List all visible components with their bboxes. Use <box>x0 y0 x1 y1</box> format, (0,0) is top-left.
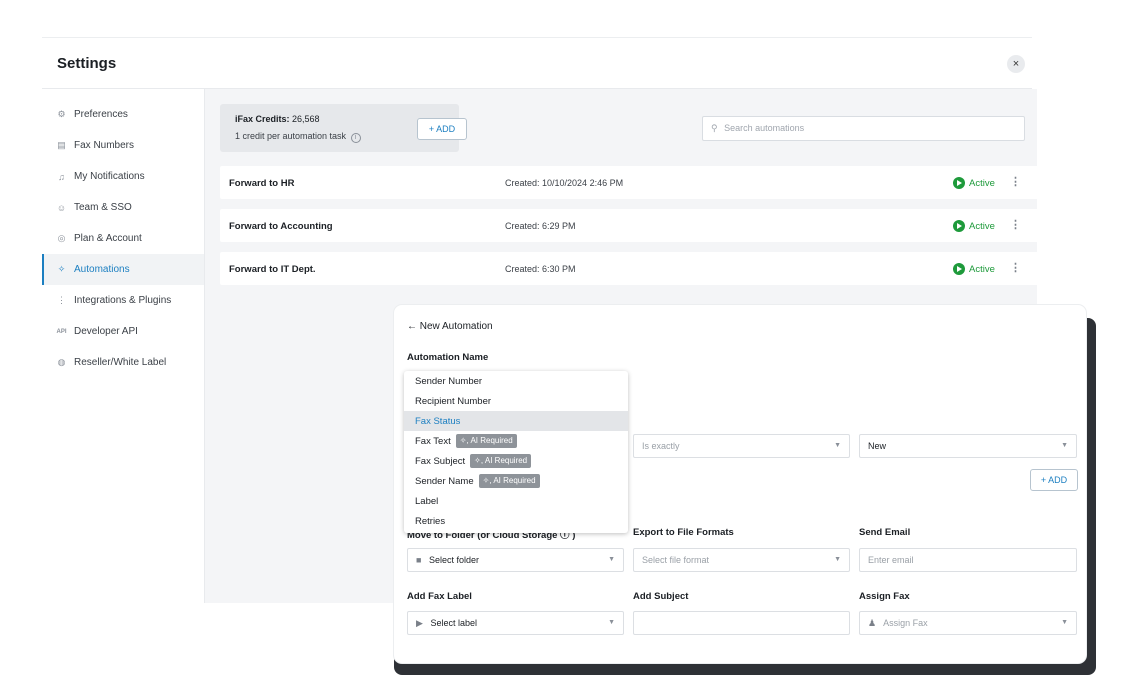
user-icon: ♟ <box>868 618 877 628</box>
search-placeholder: Search automations <box>724 123 805 133</box>
ai-required-badge: ✧, AI Required <box>470 454 532 468</box>
label-select[interactable]: ▶ Select label ▼ <box>407 611 624 635</box>
gear-icon: ⚙ <box>57 109 66 119</box>
dropdown-item-recipient-number[interactable]: Recipient Number <box>404 391 628 411</box>
credits-card: iFax Credits: 26,568 1 credit per automa… <box>220 104 467 152</box>
automation-name: Forward to HR <box>229 178 295 189</box>
caret-down-icon: ▼ <box>834 442 841 449</box>
status-badge[interactable]: Active <box>953 220 995 232</box>
sidebar-item-plan-account[interactable]: ◎ Plan & Account <box>42 223 204 254</box>
condition-value-select[interactable]: New ▼ <box>859 434 1077 458</box>
dropdown-item-sender-number[interactable]: Sender Number <box>404 371 628 391</box>
settings-title: Settings <box>57 55 117 72</box>
close-button[interactable]: × <box>1007 55 1025 73</box>
play-icon <box>953 177 965 189</box>
status-badge[interactable]: Active <box>953 263 995 275</box>
sidebar-item-automations[interactable]: ✧ Automations <box>42 254 204 285</box>
grid-icon: ⋮ <box>57 295 66 305</box>
dropdown-item-label[interactable]: Label <box>404 491 628 511</box>
dropdown-item-fax-text[interactable]: Fax Text ✧, AI Required <box>404 431 628 451</box>
automation-created: Created: 6:29 PM <box>505 221 576 231</box>
sidebar-item-preferences[interactable]: ⚙ Preferences <box>42 99 204 130</box>
condition-field-dropdown: Sender Number Recipient Number Fax Statu… <box>404 371 628 533</box>
file-format-select[interactable]: Select file format ▼ <box>633 548 850 572</box>
dropdown-item-fax-status[interactable]: Fax Status <box>404 411 628 431</box>
automation-name: Forward to IT Dept. <box>229 264 316 275</box>
email-field[interactable]: Enter email <box>859 548 1077 572</box>
sidebar: ⚙ Preferences ▤ Fax Numbers ♫ My Notific… <box>42 89 205 603</box>
credits-note: 1 credit per automation task <box>235 131 347 141</box>
sidebar-item-label: Fax Numbers <box>74 140 135 151</box>
caret-down-icon: ▼ <box>608 619 615 626</box>
send-email-label: Send Email <box>859 527 911 538</box>
subject-field[interactable] <box>633 611 850 635</box>
sidebar-item-label: Team & SSO <box>74 202 132 213</box>
bell-icon: ♫ <box>58 171 65 182</box>
credits-label: iFax Credits: <box>235 114 290 124</box>
sidebar-item-reseller[interactable]: ◍ Reseller/White Label <box>42 347 204 378</box>
sidebar-item-label: Preferences <box>74 109 128 120</box>
ai-required-badge: ✧, AI Required <box>455 434 517 448</box>
globe-icon: ◍ <box>57 357 66 367</box>
assign-fax-label: Assign Fax <box>859 591 910 602</box>
more-options-icon[interactable]: ⋮ <box>1010 262 1021 274</box>
search-icon: ⚲ <box>711 123 718 133</box>
sidebar-item-notifications[interactable]: ♫ My Notifications <box>42 161 204 192</box>
add-subject-label: Add Subject <box>633 591 689 602</box>
automation-row[interactable]: Forward to IT Dept. Created: 6:30 PM Act… <box>220 252 1040 285</box>
more-options-icon[interactable]: ⋮ <box>1010 176 1021 188</box>
automation-created: Created: 6:30 PM <box>505 264 576 274</box>
add-credits-button[interactable]: + ADD <box>417 118 467 140</box>
sidebar-item-team-sso[interactable]: ☺ Team & SSO <box>42 192 204 223</box>
folder-icon: ■ <box>416 555 422 565</box>
condition-operator-select[interactable]: Is exactly ▼ <box>633 434 850 458</box>
caret-down-icon: ▼ <box>1061 442 1068 449</box>
sidebar-item-developer-api[interactable]: API Developer API <box>42 316 204 347</box>
sidebar-item-label: My Notifications <box>74 171 145 182</box>
fax-icon: ▤ <box>57 140 66 150</box>
sidebar-item-label: Plan & Account <box>74 233 142 244</box>
add-condition-button[interactable]: + ADD <box>1030 469 1078 491</box>
api-icon: API <box>56 328 67 335</box>
sidebar-item-integrations[interactable]: ⋮ Integrations & Plugins <box>42 285 204 316</box>
dropdown-item-retries[interactable]: Retries <box>404 511 628 531</box>
sidebar-item-label: Automations <box>74 264 130 275</box>
search-input[interactable]: ⚲ Search automations <box>702 116 1025 141</box>
tag-icon: ▶ <box>416 618 423 628</box>
fax-label-label: Add Fax Label <box>407 591 472 602</box>
sparkle-icon: ✧ <box>57 264 66 274</box>
ai-required-badge: ✧, AI Required <box>478 474 540 488</box>
team-icon: ☺ <box>56 202 67 213</box>
more-options-icon[interactable]: ⋮ <box>1010 219 1021 231</box>
assign-fax-select[interactable]: ♟ Assign Fax ▼ <box>859 611 1077 635</box>
automation-created: Created: 10/10/2024 2:46 PM <box>505 178 624 188</box>
play-icon <box>953 220 965 232</box>
sidebar-item-fax-numbers[interactable]: ▤ Fax Numbers <box>42 130 204 161</box>
sidebar-item-label: Integrations & Plugins <box>74 295 172 306</box>
sidebar-item-label: Reseller/White Label <box>74 357 167 368</box>
status-badge[interactable]: Active <box>953 177 995 189</box>
caret-down-icon: ▼ <box>1061 619 1068 626</box>
dropdown-item-sender-name[interactable]: Sender Name ✧, AI Required <box>404 471 628 491</box>
caret-down-icon: ▼ <box>834 556 841 563</box>
automation-row[interactable]: Forward to Accounting Created: 6:29 PM A… <box>220 209 1040 242</box>
dropdown-item-fax-subject[interactable]: Fax Subject ✧, AI Required <box>404 451 628 471</box>
automation-name: Forward to Accounting <box>229 221 333 232</box>
automation-name-label: Automation Name <box>407 352 489 363</box>
account-icon: ◎ <box>57 233 66 243</box>
sidebar-item-label: Developer API <box>74 326 138 337</box>
folder-select[interactable]: ■ Select folder ▼ <box>407 548 624 572</box>
export-formats-label: Export to File Formats <box>633 527 734 538</box>
credits-value: 26,568 <box>292 114 320 124</box>
info-icon[interactable]: i <box>350 133 361 143</box>
caret-down-icon: ▼ <box>608 556 615 563</box>
back-link[interactable]: ← New Automation <box>407 321 493 332</box>
play-icon <box>953 263 965 275</box>
automation-row[interactable]: Forward to HR Created: 10/10/2024 2:46 P… <box>220 166 1040 199</box>
